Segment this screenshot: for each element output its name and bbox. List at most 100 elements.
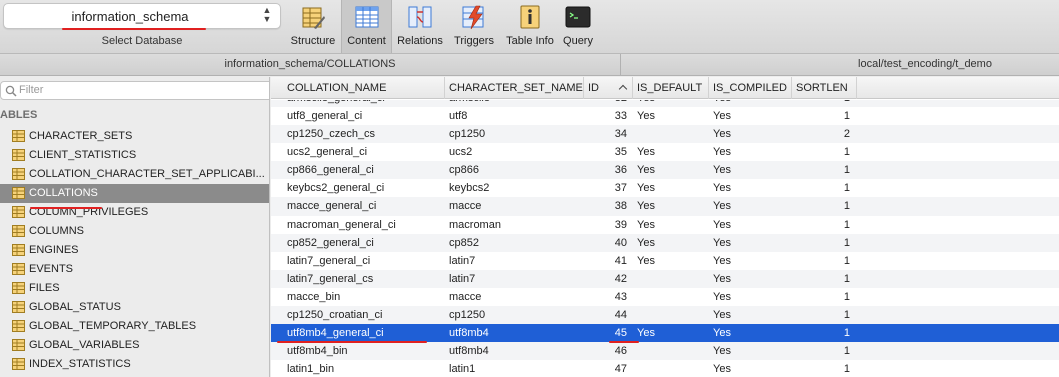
column-header[interactable]: SORTLEN xyxy=(792,77,857,99)
table-row[interactable]: ucs2_general_ci ucs2 35 Yes Yes 1 xyxy=(271,143,1059,161)
table-cell[interactable] xyxy=(633,306,707,324)
table-cell[interactable]: 1 xyxy=(792,216,854,234)
table-cell[interactable]: utf8 xyxy=(445,107,583,125)
sidebar-table-item[interactable]: GLOBAL_STATUS xyxy=(0,298,269,317)
table-cell[interactable] xyxy=(633,360,707,377)
table-cell[interactable]: Yes xyxy=(709,288,789,306)
table-row[interactable]: cp866_general_ci cp866 36 Yes Yes 1 xyxy=(271,161,1059,180)
table-cell[interactable]: cp1250 xyxy=(445,306,583,324)
table-cell[interactable]: cp852 xyxy=(445,234,583,252)
table-cell[interactable]: macce xyxy=(445,197,583,215)
table-cell[interactable]: 1 xyxy=(792,288,854,306)
breadcrumb-left[interactable]: information_schema/COLLATIONS xyxy=(0,58,620,70)
sidebar-table-item[interactable]: GLOBAL_VARIABLES xyxy=(0,336,269,355)
table-row[interactable]: armscii8_general_ciarmscii832YesYes1 xyxy=(271,100,1059,107)
table-cell[interactable]: 39 xyxy=(584,216,631,234)
table-cell[interactable]: Yes xyxy=(633,143,707,161)
table-cell[interactable]: cp1250_czech_cs xyxy=(283,125,443,143)
table-cell[interactable]: utf8mb4_general_ci xyxy=(283,324,443,342)
table-cell[interactable]: Yes xyxy=(709,342,789,360)
table-cell[interactable]: 36 xyxy=(584,161,631,179)
table-row[interactable]: macce_bin macce 43 Yes 1 xyxy=(271,288,1059,306)
table-cell[interactable]: latin1 xyxy=(445,360,583,377)
relations-button[interactable]: Relations xyxy=(393,0,447,53)
table-cell[interactable]: Yes xyxy=(709,270,789,288)
table-cell[interactable]: Yes xyxy=(709,324,789,342)
table-cell[interactable]: 1 xyxy=(792,197,854,215)
table-cell[interactable]: Yes xyxy=(633,234,707,252)
table-cell[interactable]: macce_general_ci xyxy=(283,197,443,215)
table-cell[interactable]: cp1250 xyxy=(445,125,583,143)
table-cell[interactable]: armscii8_general_ci xyxy=(283,100,443,106)
column-header[interactable]: CHARACTER_SET_NAME xyxy=(445,77,584,99)
table-cell[interactable]: 42 xyxy=(584,270,631,288)
table-cell[interactable]: 1 xyxy=(792,234,854,252)
filter-input[interactable]: Filter xyxy=(0,81,269,100)
table-cell[interactable]: 44 xyxy=(584,306,631,324)
query-button[interactable]: Query xyxy=(560,0,596,53)
column-header[interactable]: COLLATION_NAME xyxy=(283,77,445,99)
table-cell[interactable]: utf8mb4_bin xyxy=(283,342,443,360)
table-cell[interactable]: 45 xyxy=(584,324,631,342)
table-cell[interactable]: Yes xyxy=(633,107,707,125)
sidebar-table-item[interactable]: CHARACTER_SETS xyxy=(0,127,269,146)
table-row[interactable]: keybcs2_general_ci keybcs2 37 Yes Yes 1 xyxy=(271,179,1059,197)
table-cell[interactable]: 32 xyxy=(584,100,631,106)
table-cell[interactable]: cp866 xyxy=(445,161,583,179)
table-cell[interactable]: 33 xyxy=(584,107,631,125)
table-cell[interactable]: 1 xyxy=(792,161,854,179)
table-cell[interactable]: utf8mb4 xyxy=(445,342,583,360)
table-cell[interactable]: keybcs2_general_ci xyxy=(283,179,443,197)
table-cell[interactable]: latin1_bin xyxy=(283,360,443,377)
table-row[interactable]: cp1250_croatian_ci cp1250 44 Yes 1 xyxy=(271,306,1059,325)
table-cell[interactable]: Yes xyxy=(709,216,789,234)
table-cell[interactable]: Yes xyxy=(633,324,707,342)
sidebar-table-item[interactable]: EVENTS xyxy=(0,260,269,279)
table-cell[interactable]: Yes xyxy=(709,179,789,197)
table-cell[interactable]: 1 xyxy=(792,107,854,125)
table-cell[interactable]: utf8mb4 xyxy=(445,324,583,342)
table-row[interactable]: latin7_general_ci latin7 41 Yes Yes 1 xyxy=(271,252,1059,270)
table-row[interactable]: latin7_general_cs latin7 42 Yes 1 xyxy=(271,269,1059,288)
table-cell[interactable]: 40 xyxy=(584,234,631,252)
table-cell[interactable]: armscii8 xyxy=(445,100,583,106)
table-row[interactable]: utf8mb4_general_ci utf8mb4 45 Yes Yes 1 xyxy=(271,324,1059,343)
table-cell[interactable]: 1 xyxy=(792,100,854,106)
table-cell[interactable]: Yes xyxy=(709,161,789,179)
database-select[interactable]: information_schema ▲ ▼ xyxy=(3,3,281,29)
column-header[interactable]: IS_COMPILED xyxy=(709,77,792,99)
table-cell[interactable]: Yes xyxy=(633,179,707,197)
sidebar-table-item[interactable]: FILES xyxy=(0,279,269,298)
sidebar-table-item[interactable]: COLUMNS xyxy=(0,222,269,241)
table-cell[interactable]: latin7 xyxy=(445,270,583,288)
column-header[interactable]: IS_DEFAULT xyxy=(633,77,709,99)
table-cell[interactable]: 1 xyxy=(792,306,854,324)
table-cell[interactable]: ucs2_general_ci xyxy=(283,143,443,161)
table-cell[interactable]: 46 xyxy=(584,342,631,360)
table-cell[interactable]: 37 xyxy=(584,179,631,197)
table-cell[interactable]: Yes xyxy=(633,216,707,234)
breadcrumb-right[interactable]: local/test_encoding/t_demo xyxy=(760,58,1059,70)
table-cell[interactable]: 1 xyxy=(792,342,854,360)
triggers-button[interactable]: Triggers xyxy=(448,0,500,53)
table-cell[interactable]: Yes xyxy=(709,360,789,377)
table-cell[interactable]: Yes xyxy=(633,197,707,215)
content-button[interactable]: Content xyxy=(341,0,392,53)
table-cell[interactable]: 1 xyxy=(792,179,854,197)
table-cell[interactable]: 34 xyxy=(584,125,631,143)
table-cell[interactable]: Yes xyxy=(633,161,707,179)
sidebar-table-item[interactable]: GLOBAL_TEMPORARY_TABLES xyxy=(0,317,269,336)
table-cell[interactable]: cp852_general_ci xyxy=(283,234,443,252)
table-row[interactable]: cp1250_czech_cs cp1250 34 Yes 2 xyxy=(271,125,1059,144)
table-cell[interactable]: macce_bin xyxy=(283,288,443,306)
table-cell[interactable]: 1 xyxy=(792,270,854,288)
table-cell[interactable]: Yes xyxy=(709,306,789,324)
table-cell[interactable]: 38 xyxy=(584,197,631,215)
table-cell[interactable]: 2 xyxy=(792,125,854,143)
table-cell[interactable]: ucs2 xyxy=(445,143,583,161)
table-cell[interactable]: cp866_general_ci xyxy=(283,161,443,179)
table-cell[interactable]: Yes xyxy=(709,125,789,143)
table-row[interactable]: latin1_bin latin1 47 Yes 1 xyxy=(271,360,1059,377)
table-cell[interactable]: Yes xyxy=(709,197,789,215)
table-cell[interactable] xyxy=(633,288,707,306)
